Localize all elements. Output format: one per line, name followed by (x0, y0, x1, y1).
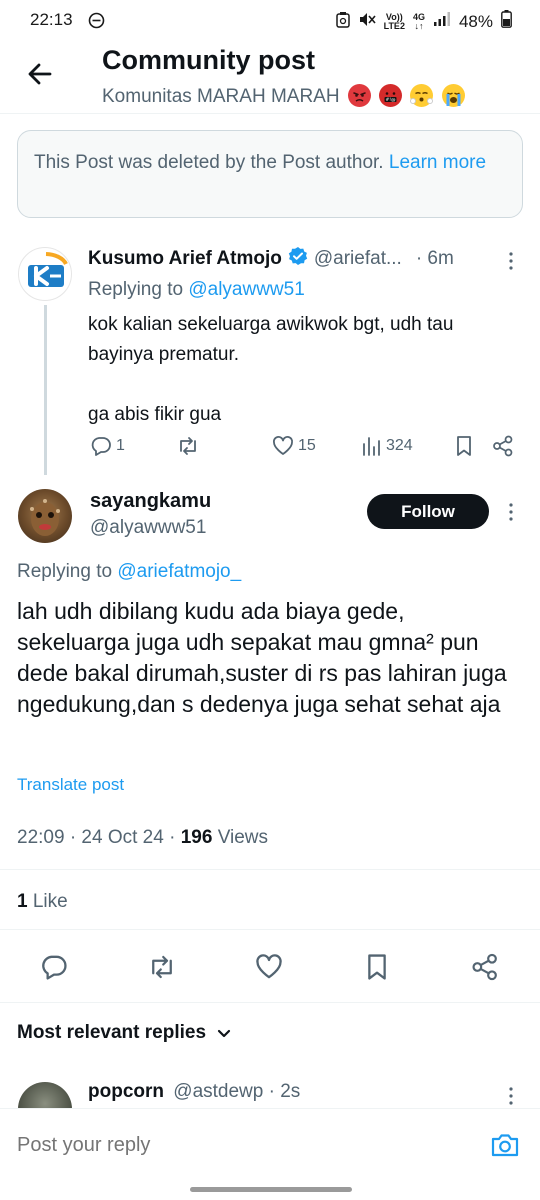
more-vertical-icon (509, 252, 513, 270)
reply-action[interactable]: 1 (90, 435, 125, 457)
reply-time: · 6m (415, 248, 454, 269)
replying-to-handle-link[interactable]: @ariefatmojo_ (117, 561, 241, 582)
mute-icon (358, 11, 376, 33)
comment-icon (91, 437, 111, 456)
share-icon (472, 953, 497, 981)
repost-icon (152, 955, 172, 979)
post-views-label: Views (217, 827, 269, 848)
battery-icon (501, 10, 512, 33)
reply-tweet-text: kok kalian sekeluarga awikwok bgt, udh t… (88, 314, 454, 425)
bookmark-action[interactable] (364, 953, 390, 986)
camera-icon (491, 1134, 519, 1157)
bookmark-action[interactable] (454, 435, 474, 457)
bookmark-icon (457, 436, 471, 456)
triumph-face-emoji (410, 84, 434, 107)
reply-preview-time: · 2s (268, 1081, 301, 1102)
more-vertical-icon (509, 503, 513, 521)
angry-face-emoji (347, 84, 371, 107)
chevron-down-icon (217, 1029, 231, 1038)
reply-composer-bar (0, 1108, 540, 1184)
share-action[interactable] (492, 435, 514, 457)
more-options-button[interactable] (503, 251, 519, 276)
follow-button[interactable]: Follow (367, 494, 489, 529)
camera-button[interactable] (490, 1131, 520, 1164)
likes-summary[interactable]: 1 Like (17, 891, 68, 913)
reply-author-handle: @ariefat... (313, 248, 402, 269)
profile-photo-icon (30, 499, 60, 536)
replying-to-handle-link[interactable]: @alyawww51 (188, 279, 304, 300)
reply-author-row: Kusumo Arief Atmojo @ariefat... · 6m (88, 246, 454, 272)
more-vertical-icon (509, 1087, 513, 1105)
heart-icon (256, 954, 282, 979)
more-options-button[interactable] (503, 502, 519, 527)
battery-percent: 48% (458, 11, 493, 31)
reply-preview-name[interactable]: popcorn (88, 1081, 164, 1102)
reply-author-name[interactable]: Kusumo Arief Atmojo (88, 248, 282, 270)
back-button[interactable] (22, 56, 58, 92)
dnd-icon (88, 12, 105, 34)
analytics-icon (363, 437, 380, 456)
replying-to-line: Replying to @alyawww51 (88, 279, 305, 301)
cursing-face-emoji: #!@ (379, 84, 403, 107)
likes-label: Like (32, 891, 68, 912)
post-timestamp: 22:09 · 24 Oct 24 · (17, 827, 176, 848)
post-views-count: 196 (180, 827, 213, 848)
replies-sort-label: Most relevant replies (17, 1022, 207, 1043)
community-name[interactable]: Komunitas MARAH MARAH #!@ (102, 84, 465, 108)
signal-icon (433, 11, 451, 32)
repost-action[interactable] (176, 435, 200, 457)
crying-face-emoji (441, 84, 465, 107)
reply-action[interactable] (40, 953, 68, 986)
likes-count: 1 (17, 891, 28, 912)
share-action[interactable] (471, 953, 499, 986)
verified-badge-icon (288, 246, 308, 272)
network-type-indicator: 4G ↓↑ (412, 11, 425, 31)
views-count: 324 (386, 437, 413, 454)
reply-count: 1 (116, 437, 125, 454)
divider (0, 929, 540, 930)
translate-post-link[interactable]: Translate post (17, 775, 124, 795)
deleted-notice-text: This Post was deleted by the Post author… (34, 152, 384, 173)
replying-to-label: Replying to (88, 279, 184, 300)
replying-to-label: Replying to (17, 561, 113, 582)
page-title: Community post (102, 45, 315, 75)
community-name-text: Komunitas MARAH MARAH (102, 86, 340, 107)
svg-text:#!@: #!@ (386, 97, 397, 103)
arrow-left-icon (28, 63, 52, 85)
reply-input[interactable] (17, 1127, 457, 1163)
divider (0, 869, 540, 870)
thread-line (44, 305, 47, 475)
status-bar: 22:13 Vo)) LTE2 4G ↓↑ 48% (0, 0, 540, 40)
kompas-logo-icon (28, 252, 68, 287)
reply-preview-handle: @astdewp (173, 1081, 264, 1102)
post-author-handle[interactable]: @alyawww51 (90, 517, 206, 539)
heart-icon (273, 436, 293, 455)
like-action[interactable]: 15 (272, 435, 316, 457)
views-action[interactable]: 324 (362, 435, 413, 457)
recycle-icon (335, 11, 350, 33)
post-author-name[interactable]: sayangkamu (90, 490, 211, 513)
share-icon (493, 435, 513, 457)
post-meta: 22:09 · 24 Oct 24 · 196 Views (17, 827, 268, 849)
learn-more-link[interactable]: Learn more (389, 152, 486, 173)
home-indicator[interactable] (190, 1187, 352, 1192)
deleted-post-notice: This Post was deleted by the Post author… (17, 130, 523, 218)
avatar[interactable] (18, 247, 72, 301)
volte-indicator: Vo)) LTE2 (383, 11, 405, 31)
replies-sort-button[interactable]: Most relevant replies (17, 1022, 232, 1044)
header: Community post Komunitas MARAH MARAH #!@ (0, 40, 540, 114)
divider (0, 1002, 540, 1003)
replying-to-line: Replying to @ariefatmojo_ (17, 561, 241, 583)
repost-icon (180, 437, 196, 455)
post-text: lah udh dibilang kudu ada biaya gede, se… (17, 598, 507, 717)
avatar[interactable] (18, 489, 72, 543)
comment-icon (42, 955, 67, 980)
bookmark-icon (368, 954, 386, 980)
repost-action[interactable] (147, 953, 177, 986)
reply-preview-author-row: popcorn @astdewp · 2s (88, 1081, 300, 1103)
status-time: 22:13 (30, 10, 73, 29)
like-action[interactable] (255, 953, 283, 986)
like-count: 15 (298, 437, 316, 454)
